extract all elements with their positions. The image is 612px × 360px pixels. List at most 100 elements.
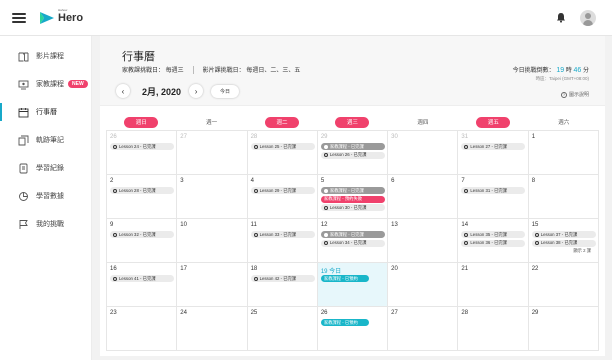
day-number: 21 bbox=[461, 266, 469, 272]
legend-link[interactable]: ? 圖示說明 bbox=[560, 91, 589, 98]
sidebar-item-4[interactable]: 學習紀錄 bbox=[0, 154, 91, 182]
day-cell[interactable]: 5 家教課程 - 已完課 家教課程 - 預約失敗 Lesson 30 - 已完課 bbox=[317, 175, 389, 219]
calendar-event[interactable]: Lesson 27 - 已完課 bbox=[461, 143, 526, 150]
calendar-event[interactable]: Lesson 32 - 已完課 bbox=[110, 231, 174, 238]
day-cell[interactable]: 4 Lesson 29 - 已完課 bbox=[247, 175, 318, 219]
next-month-button[interactable]: › bbox=[189, 84, 204, 98]
day-cell[interactable]: 19 今日 家教課程 - 已預約 bbox=[317, 263, 389, 307]
app-name: Hahow Hero bbox=[58, 8, 83, 24]
event-label: Lesson 26 - 已完課 bbox=[329, 152, 367, 157]
calendar-event[interactable]: 家教課程 - 預約失敗 bbox=[320, 195, 385, 203]
day-cell[interactable]: 22 bbox=[528, 263, 599, 307]
calendar-event[interactable]: Lesson 25 - 已完課 bbox=[250, 143, 315, 150]
day-cell[interactable]: 17 bbox=[177, 263, 248, 307]
app-logo[interactable]: Hahow Hero bbox=[38, 8, 83, 25]
calendar-event[interactable]: 家教課程 - 已完課 bbox=[320, 231, 385, 238]
day-cell[interactable]: 11 Lesson 33 - 已完課 bbox=[247, 219, 318, 263]
event-label: 家教課程 - 已完課 bbox=[329, 231, 364, 237]
day-cell[interactable]: 23 bbox=[107, 307, 178, 351]
day-cell[interactable]: 29 bbox=[528, 307, 599, 351]
day-cell[interactable]: 10 bbox=[177, 219, 248, 263]
sidebar-item-label: 學習紀錄 bbox=[36, 165, 64, 172]
day-number: 5 bbox=[320, 178, 325, 184]
day-number: 7 bbox=[461, 178, 465, 184]
day-cell[interactable]: 12 家教課程 - 已完課 Lesson 34 - 已完課 bbox=[317, 219, 389, 263]
day-cell[interactable]: 14 Lesson 35 - 已完課 Lesson 36 - 已完課 bbox=[458, 219, 529, 263]
sidebar: 影片課程 家教課程 NEW 行事曆軌跡筆記學習紀錄學習數據 我的挑戰 bbox=[0, 36, 92, 360]
event-label: Lesson 42 - 已完課 bbox=[259, 275, 297, 281]
calendar-event[interactable]: Lesson 30 - 已完課 bbox=[320, 204, 385, 211]
status-icon bbox=[323, 144, 328, 149]
event-label: Lesson 35 - 已完課 bbox=[470, 231, 507, 237]
day-cell[interactable]: 30 bbox=[388, 131, 459, 175]
sidebar-item-6[interactable]: 我的挑戰 bbox=[0, 210, 91, 238]
calendar-event[interactable]: 家教課程 - 已預約 bbox=[320, 319, 369, 326]
status-icon bbox=[113, 276, 117, 281]
day-cell[interactable]: 2 Lesson 28 - 已完課 bbox=[107, 175, 178, 219]
day-cell[interactable]: 1 bbox=[528, 131, 599, 175]
calendar-event[interactable]: Lesson 42 - 已完課 bbox=[250, 275, 315, 282]
calendar-event[interactable]: Lesson 24 - 已完課 bbox=[110, 143, 174, 150]
status-icon bbox=[464, 144, 469, 149]
day-cell[interactable]: 18 Lesson 42 - 已完課 bbox=[247, 263, 318, 307]
bell-icon[interactable] bbox=[556, 12, 566, 23]
calendar-event[interactable]: 家教課程 - 已預約 bbox=[320, 275, 369, 282]
day-cell[interactable]: 28 Lesson 25 - 已完課 bbox=[247, 131, 318, 175]
app-name-super: Hahow bbox=[58, 7, 68, 12]
sidebar-item-0[interactable]: 影片課程 bbox=[0, 42, 91, 70]
calendar-event[interactable]: Lesson 36 - 已完課 bbox=[461, 239, 526, 247]
day-cell[interactable]: 13 bbox=[388, 219, 459, 263]
calendar: 週日 週一 週二 週三 週四 週五 週六 26 Lesson 24 - 已完課 27 28 Less… bbox=[106, 114, 599, 351]
day-cell[interactable]: 31 Lesson 27 - 已完課 bbox=[458, 131, 529, 175]
main-panel: 行事曆 家教課挑戰日： 每週三 影片課挑戰日： 每週日、二、三、五 ‹ 2月, 2… bbox=[100, 36, 605, 356]
calendar-event[interactable]: Lesson 34 - 已完課 bbox=[320, 239, 385, 247]
sidebar-item-2[interactable]: 行事曆 bbox=[0, 98, 91, 126]
day-cell[interactable]: 21 bbox=[458, 263, 529, 307]
calendar-event[interactable]: Lesson 26 - 已完課 bbox=[320, 151, 385, 159]
calendar-event[interactable]: Lesson 35 - 已完課 bbox=[461, 231, 526, 238]
status-icon bbox=[253, 276, 258, 281]
day-cell[interactable]: 7 Lesson 31 - 已完課 bbox=[458, 175, 529, 219]
day-cell[interactable]: 29 家教課程 - 已完課 Lesson 26 - 已完課 bbox=[317, 131, 389, 175]
day-cell[interactable]: 25 bbox=[247, 307, 318, 351]
sidebar-item-label: 行事曆 bbox=[36, 109, 57, 116]
day-cell[interactable]: 27 bbox=[388, 307, 459, 351]
calendar-event[interactable]: 家教課程 - 已完課 bbox=[320, 143, 385, 150]
day-cell[interactable]: 15 Lesson 37 - 已完課 Lesson 38 - 已完課 顯示 2 課 bbox=[528, 219, 599, 263]
calendar-event[interactable]: Lesson 29 - 已完課 bbox=[250, 187, 315, 194]
avatar[interactable] bbox=[580, 10, 596, 26]
prev-month-button[interactable]: ‹ bbox=[116, 84, 130, 98]
today-button[interactable]: 今日 bbox=[211, 84, 240, 98]
day-cell[interactable]: 16 Lesson 41 - 已完課 bbox=[107, 263, 178, 307]
event-label: Lesson 32 - 已完課 bbox=[119, 231, 156, 237]
calendar-event[interactable]: Lesson 28 - 已完課 bbox=[110, 187, 174, 194]
sidebar-item-3[interactable]: 軌跡筆記 bbox=[0, 126, 91, 154]
calendar-event[interactable]: Lesson 38 - 已完課 bbox=[531, 239, 596, 247]
day-cell[interactable]: 3 bbox=[177, 175, 248, 219]
day-cell[interactable]: 28 bbox=[458, 307, 529, 351]
calendar-event[interactable]: 家教課程 - 已完課 bbox=[320, 187, 385, 194]
day-cell[interactable]: 24 bbox=[177, 307, 248, 351]
calendar-event[interactable]: Lesson 31 - 已完課 bbox=[461, 187, 526, 194]
day-cell[interactable]: 9 Lesson 32 - 已完課 bbox=[107, 219, 178, 263]
day-cell[interactable]: 20 bbox=[388, 263, 459, 307]
calendar-event[interactable]: Lesson 37 - 已完課 bbox=[531, 231, 596, 238]
day-cell[interactable]: 6 bbox=[388, 175, 459, 219]
day-cell[interactable]: 8 bbox=[528, 175, 599, 219]
sidebar-item-1[interactable]: 家教課程 NEW bbox=[0, 70, 91, 98]
day-cell[interactable]: 26 Lesson 24 - 已完課 bbox=[107, 131, 178, 175]
day-cell[interactable]: 27 bbox=[177, 131, 248, 175]
menu-icon[interactable] bbox=[12, 12, 26, 23]
day-number: 14 bbox=[461, 222, 469, 228]
day-number: 26 bbox=[110, 134, 117, 140]
month-navigation: ‹ 2月, 2020 › 今日 bbox=[116, 84, 240, 98]
day-cell[interactable]: 26 家教課程 - 已預約 bbox=[317, 307, 389, 351]
show-more-link[interactable]: 顯示 2 課 bbox=[532, 248, 591, 254]
sidebar-item-5[interactable]: 學習數據 bbox=[0, 182, 91, 210]
status-icon bbox=[253, 144, 258, 149]
calendar-event[interactable]: Lesson 41 - 已完課 bbox=[110, 275, 174, 282]
weekday-2: 週二 bbox=[247, 116, 317, 128]
calendar-event[interactable]: Lesson 33 - 已完課 bbox=[250, 231, 315, 238]
status-icon bbox=[464, 241, 469, 245]
day-number: 29 bbox=[531, 310, 539, 316]
